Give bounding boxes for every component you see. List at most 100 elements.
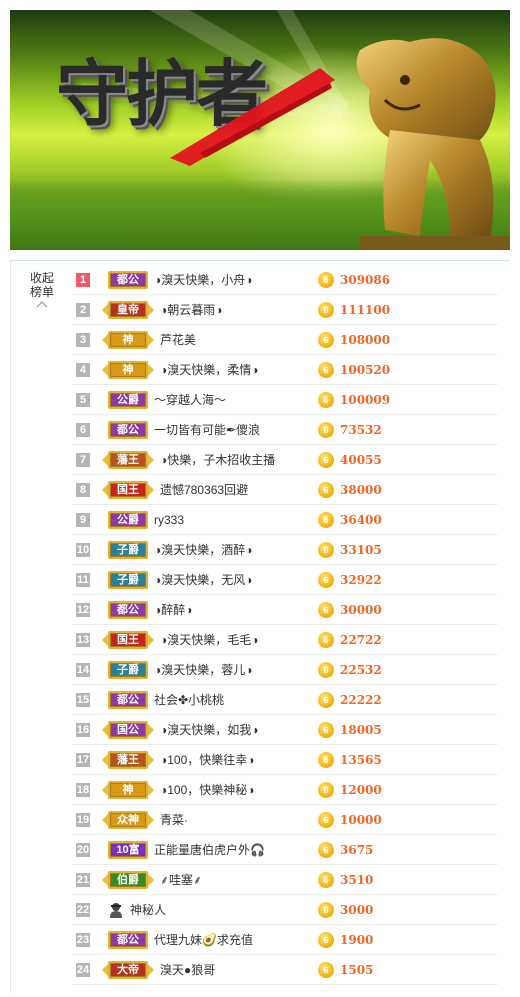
- rank-title-badge: 都公: [108, 421, 148, 439]
- ranking-row[interactable]: 14 子爵 ◑溴天快樂，蓉儿◑ 6 22532: [72, 655, 498, 685]
- coin-icon: 6: [318, 842, 334, 858]
- rank-number: 2: [76, 303, 90, 317]
- ranking-row[interactable]: 4 神 ◑溴天快樂，柔情◑ 6 100520: [72, 355, 498, 385]
- user-name[interactable]: ◑醉醉◑: [154, 602, 193, 618]
- ranking-row[interactable]: 11 子爵 ◑溴天快樂，无风◑ 6 32922: [72, 565, 498, 595]
- ranking-row[interactable]: 19 众神 青菜· 6 10000: [72, 805, 498, 835]
- user-name[interactable]: ◑溴天快樂，无风◑: [154, 572, 253, 588]
- coin-icon: 6: [318, 512, 334, 528]
- coin-icon: 6: [318, 572, 334, 588]
- coin-icon: 6: [318, 542, 334, 558]
- rank-number: 10: [76, 543, 90, 557]
- ranking-row[interactable]: 15 都公 社会✤小桃桃 6 22222: [72, 685, 498, 715]
- ranking-row[interactable]: 23 都公 代理九妹🥑求充值 6 1900: [72, 925, 498, 955]
- rank-number: 24: [76, 963, 90, 977]
- ranking-row[interactable]: 18 神 ◑100，快樂神秘◑ 6 12000: [72, 775, 498, 805]
- coin-icon: 6: [318, 782, 334, 798]
- user-name[interactable]: ⸙哇塞⸙: [160, 872, 202, 888]
- coin-icon: 6: [318, 362, 334, 378]
- ranking-row[interactable]: 6 都公 一切皆有可能✒傻浪 6 73532: [72, 415, 498, 445]
- user-name[interactable]: 遗憾780363回避: [160, 482, 248, 498]
- rank-number: 17: [76, 753, 90, 767]
- user-name[interactable]: ◑100，快樂神秘◑: [160, 782, 255, 798]
- user-name[interactable]: 芦花美: [160, 332, 196, 348]
- ranking-row[interactable]: 22 神秘人 6 3000: [72, 895, 498, 925]
- collapse-label-2: 榜单: [29, 285, 54, 299]
- rank-title-badge: 公爵: [108, 391, 148, 409]
- ranking-row[interactable]: 10 子爵 ◑溴天快樂，酒醉◑ 6 33105: [72, 535, 498, 565]
- user-name[interactable]: ◑溴天快樂，柔情◑: [160, 362, 259, 378]
- user-name[interactable]: 代理九妹🥑求充值: [154, 932, 253, 948]
- rank-title-badge: 国王: [108, 631, 148, 649]
- user-name[interactable]: 社会✤小桃桃: [154, 692, 224, 708]
- rank-number: 14: [76, 663, 90, 677]
- ranking-row[interactable]: 20 10富 正能量唐伯虎户外🎧 6 3675: [72, 835, 498, 865]
- user-name[interactable]: ◑溴天快樂，毛毛◑: [160, 632, 259, 648]
- coin-icon: 6: [318, 752, 334, 768]
- coin-icon: 6: [318, 392, 334, 408]
- score-value: 10000: [340, 813, 382, 827]
- rank-title-badge: 公爵: [108, 511, 148, 529]
- rank-number: 11: [76, 573, 90, 587]
- user-name[interactable]: 一切皆有可能✒傻浪: [154, 422, 260, 438]
- score-value: 111100: [340, 303, 391, 317]
- coin-icon: 6: [318, 602, 334, 618]
- rank-number: 1: [76, 273, 90, 287]
- user-name[interactable]: ◑朝云暮雨◑: [160, 302, 223, 318]
- user-name[interactable]: ◑溴天快樂，酒醉◑: [154, 542, 253, 558]
- rank-title-badge: 神: [108, 781, 148, 799]
- score-value: 18005: [340, 723, 382, 737]
- user-name[interactable]: ◑溴天快樂，小舟◑: [154, 272, 253, 288]
- ranking-list: 1 都公 ◑溴天快樂，小舟◑ 6 309086 2 皇帝 ◑朝云暮雨◑ 6 111100 3 神芦花美…: [72, 265, 498, 985]
- score-value: 13565: [340, 753, 382, 767]
- ranking-row[interactable]: 8 国王 遗憾780363回避 6 38000: [72, 475, 498, 505]
- ranking-row[interactable]: 2 皇帝 ◑朝云暮雨◑ 6 111100: [72, 295, 498, 325]
- ranking-row[interactable]: 16 国公 ◑溴天快樂，如我◑ 6 18005: [72, 715, 498, 745]
- ranking-row[interactable]: 12 都公 ◑醉醉◑ 6 30000: [72, 595, 498, 625]
- rank-title-badge: 子爵: [108, 661, 148, 679]
- user-name[interactable]: ◑溴天快樂，蓉儿◑: [154, 662, 253, 678]
- coin-icon: 6: [318, 812, 334, 828]
- rank-title-badge: 神: [108, 331, 148, 349]
- ranking-row[interactable]: 24 大帝 溴天●狼哥 6 1505: [72, 955, 498, 985]
- rank-number: 21: [76, 873, 90, 887]
- ranking-row[interactable]: 21 伯爵 ⸙哇塞⸙ 6 3510: [72, 865, 498, 895]
- user-name[interactable]: ◑快樂，子木招收主播: [160, 452, 275, 468]
- user-name[interactable]: 正能量唐伯虎户外🎧: [154, 842, 265, 858]
- rank-number: 22: [76, 903, 90, 917]
- collapse-list-button[interactable]: 收起 榜单: [24, 271, 60, 308]
- score-value: 3000: [340, 903, 374, 917]
- rank-title-badge: 伯爵: [108, 871, 148, 889]
- user-name[interactable]: ～穿越人海～: [154, 392, 226, 408]
- coin-icon: 6: [318, 962, 334, 978]
- user-name[interactable]: ry333: [154, 512, 184, 528]
- coin-icon: 6: [318, 422, 334, 438]
- rank-title-badge: 子爵: [108, 541, 148, 559]
- coin-icon: 6: [318, 932, 334, 948]
- score-value: 22722: [340, 633, 382, 647]
- ranking-row[interactable]: 17 藩王 ◑100，快樂往幸◑ 6 13565: [72, 745, 498, 775]
- ranking-row[interactable]: 9 公爵 ry333 6 36400: [72, 505, 498, 535]
- user-name[interactable]: 神秘人: [130, 902, 166, 918]
- user-name[interactable]: 溴天●狼哥: [160, 962, 215, 978]
- score-value: 100009: [340, 393, 391, 407]
- ranking-row[interactable]: 13 国王 ◑溴天快樂，毛毛◑ 6 22722: [72, 625, 498, 655]
- red-brush-stroke: [170, 68, 335, 166]
- rank-number: 8: [76, 483, 90, 497]
- user-name[interactable]: ◑100，快樂往幸◑: [160, 752, 255, 768]
- collapse-label-1: 收起: [29, 271, 54, 285]
- coin-icon: 6: [318, 902, 334, 918]
- chevron-up-icon: [36, 301, 48, 308]
- rank-title-badge: 众神: [108, 811, 148, 829]
- user-name[interactable]: 青菜·: [160, 812, 188, 828]
- ranking-row[interactable]: 3 神芦花美 6 108000: [72, 325, 498, 355]
- ranking-row[interactable]: 1 都公 ◑溴天快樂，小舟◑ 6 309086: [72, 265, 498, 295]
- ranking-row[interactable]: 5 公爵 ～穿越人海～ 6 100009: [72, 385, 498, 415]
- rank-number: 6: [76, 423, 90, 437]
- rank-number: 4: [76, 363, 90, 377]
- rank-number: 12: [76, 603, 90, 617]
- ranking-row[interactable]: 7 藩王 ◑快樂，子木招收主播 6 40055: [72, 445, 498, 475]
- coin-icon: 6: [318, 332, 334, 348]
- coin-icon: 6: [318, 692, 334, 708]
- user-name[interactable]: ◑溴天快樂，如我◑: [160, 722, 259, 738]
